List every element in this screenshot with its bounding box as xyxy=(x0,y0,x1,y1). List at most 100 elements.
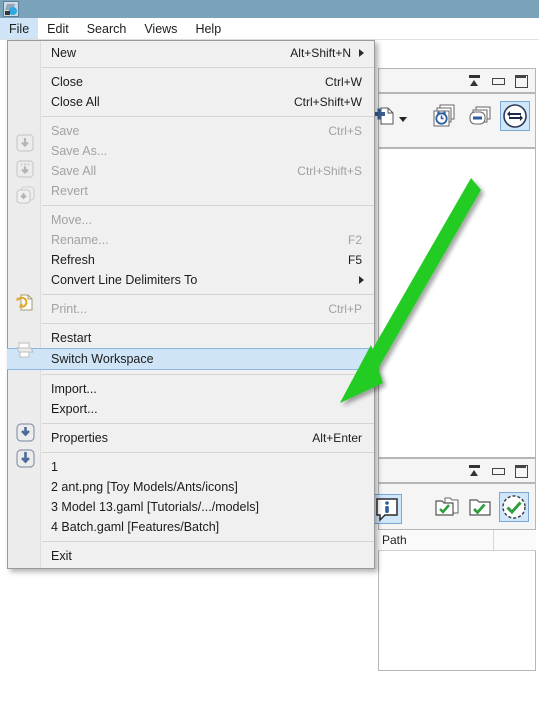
menu-item-shortcut: Ctrl+P xyxy=(328,302,362,316)
alarm-clock-glyph xyxy=(433,104,455,127)
menu-item-export[interactable]: Export... xyxy=(8,399,374,419)
column-divider[interactable] xyxy=(493,530,494,550)
menu-separator xyxy=(42,67,374,68)
menu-item-switch-workspace[interactable]: Switch Workspace xyxy=(7,348,375,370)
bottom-view-window-buttons xyxy=(468,464,528,478)
submenu-arrow-icon xyxy=(359,276,364,284)
menubar-item-search[interactable]: Search xyxy=(78,18,136,39)
submenu-arrow-icon xyxy=(359,49,364,57)
refresh-glyph xyxy=(16,294,33,311)
dropdown-arrow-icon[interactable] xyxy=(390,106,416,132)
menu-item-close-all[interactable]: Close All Ctrl+Shift+W xyxy=(8,92,374,112)
menu-item-label: Switch Workspace xyxy=(51,352,154,366)
menu-item-shortcut: F5 xyxy=(347,253,362,267)
menubar-item-views[interactable]: Views xyxy=(135,18,186,39)
minimize-view-icon[interactable] xyxy=(491,74,505,87)
menu-separator xyxy=(42,116,374,117)
maximize-view-icon[interactable] xyxy=(514,464,528,478)
print-glyph xyxy=(16,342,34,358)
menu-item-refresh[interactable]: Refresh F5 xyxy=(8,250,374,270)
menu-item-shortcut: Ctrl+W xyxy=(325,75,362,89)
menu-item-new[interactable]: New Alt+Shift+N xyxy=(8,43,374,63)
menubar-item-edit[interactable]: Edit xyxy=(38,18,78,39)
menu-item-move: Move... xyxy=(8,210,374,230)
circle-check-icon[interactable] xyxy=(499,492,529,522)
save-glyph xyxy=(16,134,34,152)
info-bubble-glyph xyxy=(376,498,398,522)
menu-item-label: 1 xyxy=(51,460,58,474)
export-icon xyxy=(16,449,35,468)
restore-view-icon[interactable] xyxy=(468,74,481,87)
menu-separator xyxy=(42,423,374,424)
menu-item-shortcut: Alt+Enter xyxy=(312,431,362,445)
folder-check-stack-glyph xyxy=(435,497,459,516)
save-as-icon xyxy=(16,160,34,178)
minimize-view-icon[interactable] xyxy=(491,464,505,477)
menu-item-label: New xyxy=(51,46,77,60)
menu-item-3-model-13-gaml-tutorials-models[interactable]: 3 Model 13.gaml [Tutorials/.../models] xyxy=(8,497,374,517)
menu-item-import[interactable]: Import... xyxy=(8,379,374,399)
circle-check-glyph xyxy=(502,495,526,519)
menu-item-label: Revert xyxy=(51,184,88,198)
menu-item-label: Export... xyxy=(51,402,98,416)
menu-item-exit[interactable]: Exit xyxy=(8,546,374,566)
sync-arrows-icon[interactable] xyxy=(500,101,530,131)
menu-item-rename: Rename... F2 xyxy=(8,230,374,250)
menu-item-label: Rename... xyxy=(51,233,109,247)
save-icon xyxy=(16,134,34,152)
menu-item-label: Close xyxy=(51,75,83,89)
minus-stack-glyph xyxy=(469,106,491,125)
menu-item-label: Save All xyxy=(51,164,97,178)
alarm-clock-stack-icon[interactable] xyxy=(432,103,458,129)
file-dropdown-menu: New Alt+Shift+N Close Ctrl+W Close All Ctrl+S… xyxy=(7,40,375,569)
bottom-panel-column-header: Path xyxy=(378,530,536,551)
menubar-item-help[interactable]: Help xyxy=(186,18,230,39)
menu-item-label: 2 ant.png [Toy Models/Ants/icons] xyxy=(51,480,238,494)
sync-arrows-glyph xyxy=(503,104,527,128)
menu-item-label: Restart xyxy=(51,331,92,345)
menu-item-shortcut: Ctrl+Shift+W xyxy=(293,95,362,109)
menu-item-1[interactable]: 1 xyxy=(8,457,374,477)
bottom-panel-rows xyxy=(378,551,536,671)
menu-separator xyxy=(42,452,374,453)
menu-item-restart[interactable]: Restart xyxy=(8,328,374,348)
menu-item-4-batch-gaml-features-batch[interactable]: 4 Batch.gaml [Features/Batch] xyxy=(8,517,374,537)
menu-item-label: Convert Line Delimiters To xyxy=(51,273,198,287)
menu-item-2-ant-png-toy-models-ants-icons[interactable]: 2 ant.png [Toy Models/Ants/icons] xyxy=(8,477,374,497)
menu-item-shortcut: Alt+Shift+N xyxy=(290,46,351,60)
menu-item-label: Exit xyxy=(51,549,72,563)
menu-separator xyxy=(42,205,374,206)
folder-check-stack-icon[interactable] xyxy=(434,494,460,520)
menu-item-convert-line-delimiters-to[interactable]: Convert Line Delimiters To xyxy=(8,270,374,290)
menu-separator xyxy=(42,323,374,324)
application-window: File Edit Search Views Help Path New Alt… xyxy=(0,0,539,702)
menu-item-print: Print... Ctrl+P xyxy=(8,299,374,319)
folder-check-icon[interactable] xyxy=(467,494,493,520)
maximize-view-icon[interactable] xyxy=(514,74,528,88)
save-as-glyph xyxy=(16,160,34,178)
menu-item-properties[interactable]: Properties Alt+Enter xyxy=(8,428,374,448)
top-view-window-buttons xyxy=(468,74,528,88)
column-header-path[interactable]: Path xyxy=(378,533,407,547)
menu-item-save-as: Save As... xyxy=(8,141,374,161)
import-glyph xyxy=(16,423,35,442)
menu-item-label: Close All xyxy=(51,95,100,109)
folder-check-glyph xyxy=(469,499,491,516)
menu-item-label: 3 Model 13.gaml [Tutorials/.../models] xyxy=(51,500,259,514)
gama-app-icon xyxy=(3,1,19,17)
menu-separator xyxy=(42,541,374,542)
menu-item-save-all: Save All Ctrl+Shift+S xyxy=(8,161,374,181)
menubar-item-file[interactable]: File xyxy=(0,18,39,39)
info-bubble-icon[interactable] xyxy=(372,494,402,524)
file-menu-item-list: New Alt+Shift+N Close Ctrl+W Close All Ctrl+S… xyxy=(7,43,375,566)
menu-separator xyxy=(42,294,374,295)
menu-item-label: 4 Batch.gaml [Features/Batch] xyxy=(51,520,220,534)
menu-item-close[interactable]: Close Ctrl+W xyxy=(8,72,374,92)
refresh-icon xyxy=(16,293,34,311)
restore-view-icon[interactable] xyxy=(468,464,481,477)
save-all-glyph xyxy=(16,186,35,204)
title-bar xyxy=(0,0,539,18)
menu-item-shortcut: Ctrl+S xyxy=(328,124,362,138)
menu-item-label: Refresh xyxy=(51,253,95,267)
minus-stack-icon[interactable] xyxy=(468,103,494,129)
